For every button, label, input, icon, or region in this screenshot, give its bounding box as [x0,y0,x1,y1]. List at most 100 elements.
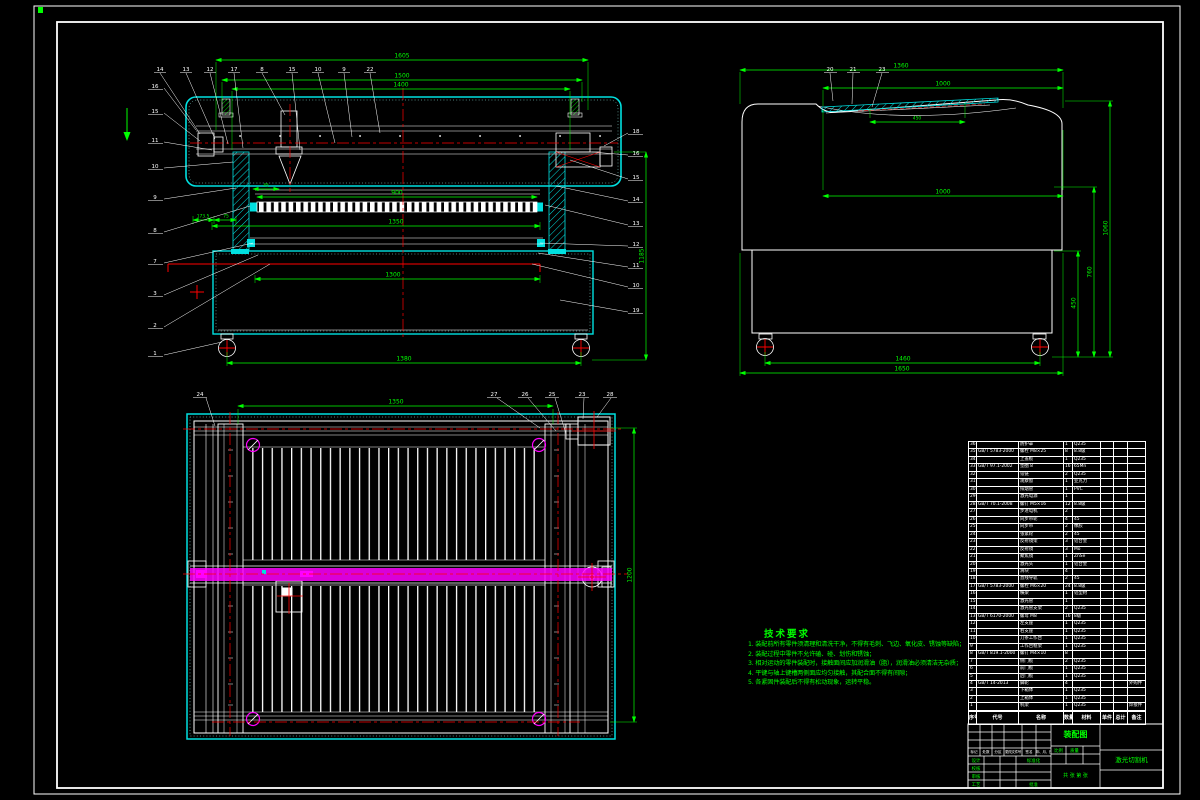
bom-cell: PVC [1073,486,1101,494]
bom-row: 12 左支座 1 Q235 [969,621,1145,629]
bom-cell: 3 [1064,546,1073,554]
mass-label: 质量 [1070,748,1079,754]
bom-row: 34 上盖板 1 Q235 [969,456,1145,465]
dim-label: 75 [223,214,229,220]
dim-label: 1300 [385,272,400,279]
bom-cell: 14 [970,606,977,613]
dim-label: 1460 [895,356,910,363]
bom-cell [1101,546,1114,554]
bom-cell [977,554,1019,561]
balloon: 22 [367,67,374,73]
tech-requirement-item: 3. 相对运动的零件装配时，接触面间应加润滑油（脂），润滑油必须清洁无杂质； [748,660,962,667]
bom-cell [977,471,1019,479]
bom-cell: 29 [970,494,977,501]
bom-row: 5 后门板 1 Q235 [969,673,1145,681]
bom-cell: 1 [1064,598,1073,606]
bom-cell: 6 [969,666,977,673]
side-view: 1360 1000 450 1000 1060 760 450 1460 165… [739,63,1113,376]
bom-cell [977,695,1019,703]
dim-label: 450 [1071,297,1078,309]
sign-label: 审核 [971,774,981,780]
bom-cell: 1 [1064,703,1073,710]
bom-cell [977,516,1019,524]
cad-canvas: { "views": { "front": { "dims": { "overa… [0,0,1200,800]
bom-cell [1114,695,1128,703]
bom-row: 3 下箱体 1 Q235 [969,688,1145,696]
bom-row: 32 铰链 2 Q235 [969,471,1145,480]
bom-cell [1114,509,1128,516]
bom-cell [1101,539,1114,546]
bom-cell: 横梁 [1019,591,1064,598]
bom-cell [1128,442,1145,448]
bom-cell: 12 [1064,501,1073,509]
bom-header: 序号代号名称数量材料单件总计备注 [968,711,1146,725]
balloon: 28 [607,392,614,398]
bom-cell: 4 [1064,516,1073,524]
bom-cell: 1 [1064,561,1073,568]
bom-cell [1114,561,1128,568]
bom-cell [1128,651,1145,657]
balloon: 21 [850,67,857,73]
tech-requirement-item: 1. 装配前所有零件须清理和清洗干净，不得有毛刺、飞边、氧化皮、锈蚀等缺陷； [748,641,965,648]
balloon: 12 [207,67,214,73]
bom-cell: 1 [1064,479,1073,486]
bom-row: 33 GB/T 97.1-2002 垫圈 8 16 65Mn [969,464,1145,472]
bom-cell [1114,673,1128,680]
bom-cell [977,539,1019,546]
bom-cell [977,524,1019,531]
bom-cell: 34 [970,456,977,464]
bom-cell [1114,471,1128,479]
bom-cell: 1 [1064,673,1073,680]
balloon: 10 [315,67,322,73]
bom-cell [1101,613,1114,621]
plan-view: 1350 1200 24 27 26 25 23 28 [183,392,637,740]
dim-label: 1350 [388,219,403,226]
bom-header-cell: 数量 [1064,712,1073,724]
bom-cell: Q235 [1073,703,1101,710]
bom-cell [1128,472,1145,478]
balloon: 10 [633,283,640,289]
dim-label: 1350 [388,399,403,406]
bom-cell: GB/T 14-2013 [977,681,1019,688]
bom-cell: Q235 [1073,688,1101,695]
bom-cell [1073,494,1101,501]
bom-cell: 20 [970,561,977,568]
bom-cell: 螺栓 M6×20 [1019,583,1064,591]
bom-cell: 2 [1064,471,1073,479]
bom-cell: 35 [970,449,977,456]
bom-cell: 铝型材 [1073,591,1101,598]
bom-row: 21 聚焦镜 1 ZnSe [969,554,1145,562]
bom-cell [1101,471,1114,479]
bom-cell: 滑块 [1019,568,1064,576]
bom-cell: Q235 [1073,456,1101,464]
bom-cell [1128,591,1145,597]
bom-cell [1128,614,1145,620]
dim-label: 1360 [893,63,908,70]
bom-row: 4 GB/T 14-2013 脚轮 4 外购件 [969,681,1145,689]
bom-cell [1114,688,1128,695]
bom-row: 6 前门板 1 Q235 [969,666,1145,674]
bom-cell [1128,636,1145,642]
bom-cell: 27 [970,509,977,516]
bom-cell [977,576,1019,583]
balloon: 14 [633,197,640,203]
bom-cell: 4 [1064,681,1073,688]
bom-cell: 18 [970,576,977,583]
sign-label: 校核 [971,766,981,772]
bom-row: 31 观察窗 1 亚克力 [969,479,1145,487]
balloon: 13 [183,67,190,73]
bom-cell [1101,501,1114,509]
bom-cell [1128,599,1145,605]
bom-cell: Q235 [1073,636,1101,643]
balloon: 23 [879,67,886,73]
bom-cell [1114,636,1128,643]
bom-cell [977,442,1019,449]
rev-header: 标记 [970,749,978,754]
bom-cell [1128,517,1145,523]
bom-cell [977,531,1019,539]
bom-cell: 铝合金 [1073,539,1101,546]
bom-cell [1114,456,1128,464]
balloon: 16 [152,84,159,90]
bom-cell [1101,554,1114,561]
bom-cell: GB/T 819.1-2000 [977,651,1019,658]
